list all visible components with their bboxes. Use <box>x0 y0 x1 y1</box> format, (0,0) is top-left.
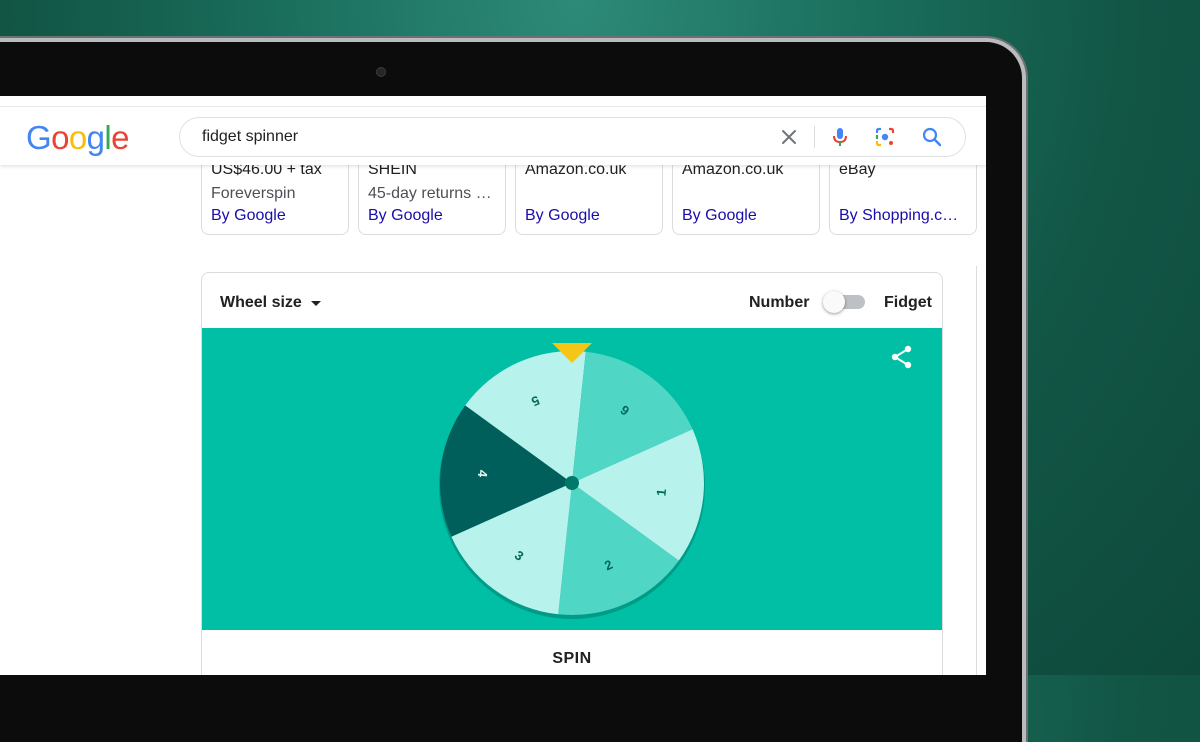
spinner-wheel[interactable]: 456123 <box>202 328 942 630</box>
search-icon[interactable] <box>920 125 944 149</box>
microphone-icon[interactable] <box>828 125 852 149</box>
logo-letter: o <box>51 119 69 156</box>
card-source-link[interactable]: By Google <box>682 207 757 225</box>
logo-letter: g <box>86 119 105 156</box>
toggle-knob[interactable] <box>823 291 845 313</box>
card-text: 45-day returns … <box>368 185 492 202</box>
webcam <box>376 67 386 77</box>
spin-button[interactable]: SPIN <box>202 630 942 675</box>
mode-label-number: Number <box>749 294 810 311</box>
logo-letter: o <box>68 119 87 156</box>
search-header: Google fidget spinner <box>0 107 986 165</box>
google-logo[interactable]: Google <box>26 119 129 157</box>
chevron-down-icon[interactable] <box>310 300 322 308</box>
google-lens-icon[interactable] <box>873 125 897 149</box>
browser-screen: US$46.00 + tax Foreverspin By Google SHEIN 4… <box>0 96 986 675</box>
logo-letter: l <box>104 119 112 156</box>
next-card-edge <box>976 266 986 675</box>
card-text: Foreverspin <box>211 185 296 202</box>
mode-label-fidget: Fidget <box>884 294 932 311</box>
wheel-hub <box>565 476 579 490</box>
logo-letter: G <box>26 119 52 156</box>
close-icon[interactable] <box>777 125 801 149</box>
search-bar[interactable]: fidget spinner <box>179 117 966 157</box>
fidget-spinner-widget: Wheel size Number Fidget 456123 SPIN <box>201 272 943 675</box>
search-bar-divider <box>814 126 815 148</box>
search-input[interactable]: fidget spinner <box>202 128 298 146</box>
card-source-link[interactable]: By Google <box>211 207 286 225</box>
spinner-stage: 456123 <box>202 328 942 630</box>
share-icon[interactable] <box>889 344 915 370</box>
wheel-size-dropdown[interactable]: Wheel size <box>220 294 302 312</box>
card-source-link[interactable]: By Google <box>525 207 600 225</box>
card-source-link[interactable]: By Shopping.c… <box>839 207 958 225</box>
mode-toggle[interactable] <box>823 290 867 314</box>
logo-letter: e <box>111 119 129 156</box>
card-source-link[interactable]: By Google <box>368 207 443 225</box>
